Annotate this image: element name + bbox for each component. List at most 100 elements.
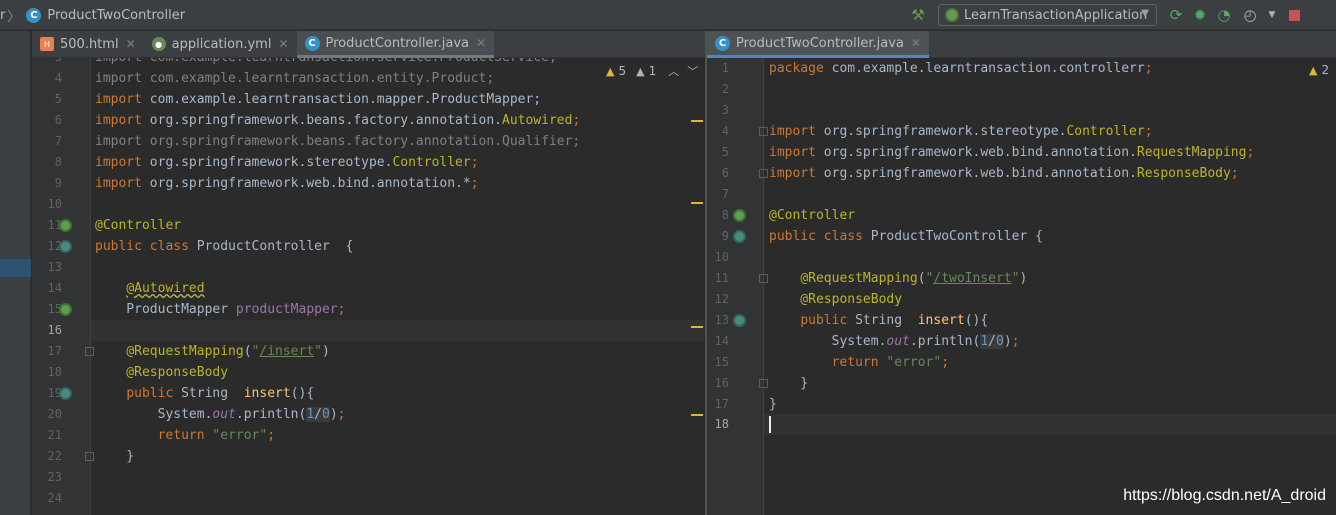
fold-icon[interactable] bbox=[759, 379, 768, 388]
line-number: 18 bbox=[714, 417, 729, 431]
fold-icon[interactable] bbox=[85, 452, 94, 461]
line-number: 14 bbox=[47, 281, 62, 295]
spring-mapping-icon[interactable] bbox=[59, 387, 72, 400]
code-line: 8 import org.springframework.stereotype.… bbox=[32, 152, 705, 173]
line-number: 20 bbox=[47, 407, 62, 421]
code-line: 15 return "error"; bbox=[707, 352, 1336, 373]
close-icon[interactable]: ✕ bbox=[278, 37, 288, 51]
code-text: public String insert(){ bbox=[800, 313, 989, 328]
html-file-icon: H bbox=[40, 37, 54, 51]
tab-application-yml[interactable]: ● application.yml ✕ bbox=[144, 31, 297, 57]
debug-bug-icon[interactable]: ✹ bbox=[1190, 5, 1210, 25]
project-tool-strip bbox=[0, 31, 31, 515]
line-number: 17 bbox=[47, 344, 62, 358]
line-number: 4 bbox=[54, 71, 62, 85]
line-number: 19 bbox=[47, 386, 62, 400]
line-number: 17 bbox=[714, 397, 729, 411]
tab-label: application.yml bbox=[171, 36, 272, 52]
fold-icon[interactable] bbox=[759, 169, 768, 178]
right-editor-tabs: C ProductTwoController.java ✕ bbox=[707, 31, 1336, 58]
class-icon: C bbox=[304, 35, 320, 51]
tab-label: ProductTwoController.java bbox=[736, 35, 904, 51]
code-text: public class ProductTwoController { bbox=[769, 229, 1043, 244]
close-icon[interactable]: ✕ bbox=[476, 36, 486, 50]
tab-product-two-controller[interactable]: C ProductTwoController.java ✕ bbox=[707, 31, 929, 58]
code-text: package com.example.learntransaction.con… bbox=[769, 61, 1153, 76]
tab-500-html[interactable]: H 500.html ✕ bbox=[32, 31, 144, 57]
line-number: 9 bbox=[54, 176, 62, 190]
line-number: 16 bbox=[714, 376, 729, 390]
code-line: 14 @Autowired bbox=[32, 278, 705, 299]
fold-icon[interactable] bbox=[759, 127, 768, 136]
code-text: } bbox=[95, 449, 135, 464]
tab-product-controller[interactable]: C ProductController.java ✕ bbox=[296, 31, 495, 58]
right-code-editor[interactable]: ▲ 2 1 package com.example.learntransacti… bbox=[707, 58, 1336, 515]
selected-tool-highlight[interactable] bbox=[0, 259, 31, 277]
spring-mapping-icon[interactable] bbox=[733, 230, 746, 243]
code-line: 18 bbox=[707, 414, 1336, 435]
code-text: import org.springframework.web.bind.anno… bbox=[769, 145, 1255, 160]
more-dropdown-icon[interactable]: ▼ bbox=[1262, 5, 1282, 25]
line-number: 10 bbox=[47, 197, 62, 211]
run-configuration-select[interactable]: LearnTransactionApplication ▼ bbox=[938, 4, 1157, 26]
code-text: return "error"; bbox=[157, 428, 276, 443]
fold-icon[interactable] bbox=[759, 274, 768, 283]
spring-mapping-icon[interactable] bbox=[733, 314, 746, 327]
line-number: 12 bbox=[714, 292, 729, 306]
stop-icon[interactable] bbox=[1284, 5, 1304, 25]
code-text: @ResponseBody bbox=[769, 292, 903, 307]
code-line: 9 import org.springframework.web.bind.an… bbox=[32, 173, 705, 194]
code-text: import org.springframework.beans.factory… bbox=[95, 113, 581, 128]
code-text: import org.springframework.stereotype.Co… bbox=[95, 155, 479, 170]
line-number: 11 bbox=[714, 271, 729, 285]
line-number: 14 bbox=[714, 334, 729, 348]
class-icon: C bbox=[715, 35, 730, 51]
close-icon[interactable]: ✕ bbox=[126, 37, 136, 51]
text-caret bbox=[769, 416, 771, 433]
code-line: 24 bbox=[32, 488, 705, 509]
code-line: 3 import com.example.learntransaction.se… bbox=[32, 58, 705, 68]
line-number: 15 bbox=[47, 302, 62, 316]
code-line: 11 @Controller bbox=[32, 215, 705, 236]
line-number: 2 bbox=[721, 82, 729, 96]
code-text: System.out.println(1/0); bbox=[769, 334, 1020, 349]
code-line: 18 @ResponseBody bbox=[32, 362, 705, 383]
code-text: import org.springframework.stereotype.Co… bbox=[769, 124, 1153, 139]
code-line: 7 bbox=[707, 184, 1336, 205]
left-code-editor[interactable]: ▲ 5 ▲ 1 ︿ ﹀ 3 import com.example.learntr… bbox=[32, 58, 705, 515]
spring-mapping-icon[interactable] bbox=[59, 240, 72, 253]
line-number: 6 bbox=[54, 113, 62, 127]
build-hammer-icon[interactable]: ⚒ bbox=[908, 5, 928, 25]
line-number: 12 bbox=[47, 239, 62, 253]
breadcrumb-prefix[interactable]: r bbox=[0, 8, 5, 23]
code-line: 10 bbox=[707, 247, 1336, 268]
code-text: @RequestMapping("/twoInsert") bbox=[800, 271, 1028, 286]
rerun-icon[interactable]: ⟳ bbox=[1166, 5, 1186, 25]
code-line: 5 import com.example.learntransaction.ma… bbox=[32, 89, 705, 110]
code-text: @RequestMapping("/insert") bbox=[126, 344, 330, 359]
coverage-icon[interactable]: ◔ bbox=[1214, 5, 1234, 25]
line-number: 3 bbox=[721, 103, 729, 117]
profiler-icon[interactable]: ◴ bbox=[1240, 5, 1260, 25]
fold-icon[interactable] bbox=[85, 347, 94, 356]
spring-bean-icon[interactable] bbox=[59, 219, 72, 232]
run-configuration-label: LearnTransactionApplication bbox=[964, 7, 1148, 23]
code-line: 16 bbox=[32, 320, 705, 341]
line-number: 18 bbox=[47, 365, 62, 379]
line-number: 15 bbox=[714, 355, 729, 369]
line-number: 23 bbox=[47, 470, 62, 484]
watermark: https://blog.csdn.net/A_droid bbox=[1123, 487, 1326, 504]
line-number: 6 bbox=[721, 166, 729, 180]
breadcrumb-file[interactable]: ProductTwoController bbox=[47, 8, 185, 23]
code-line: 11 @RequestMapping("/twoInsert") bbox=[707, 268, 1336, 289]
chevron-down-icon: ▼ bbox=[1141, 8, 1149, 19]
code-line: 6 import org.springframework.beans.facto… bbox=[32, 110, 705, 131]
spring-bean-icon[interactable] bbox=[733, 209, 746, 222]
navigation-bar: r 〉 C ProductTwoController ⚒ LearnTransa… bbox=[0, 0, 1336, 30]
close-icon[interactable]: ✕ bbox=[911, 36, 921, 50]
spring-bean-icon[interactable] bbox=[59, 303, 72, 316]
code-line: 13 bbox=[32, 257, 705, 278]
code-line: 9 public class ProductTwoController { bbox=[707, 226, 1336, 247]
class-icon: C bbox=[26, 7, 42, 23]
code-text: @Controller bbox=[95, 218, 182, 233]
